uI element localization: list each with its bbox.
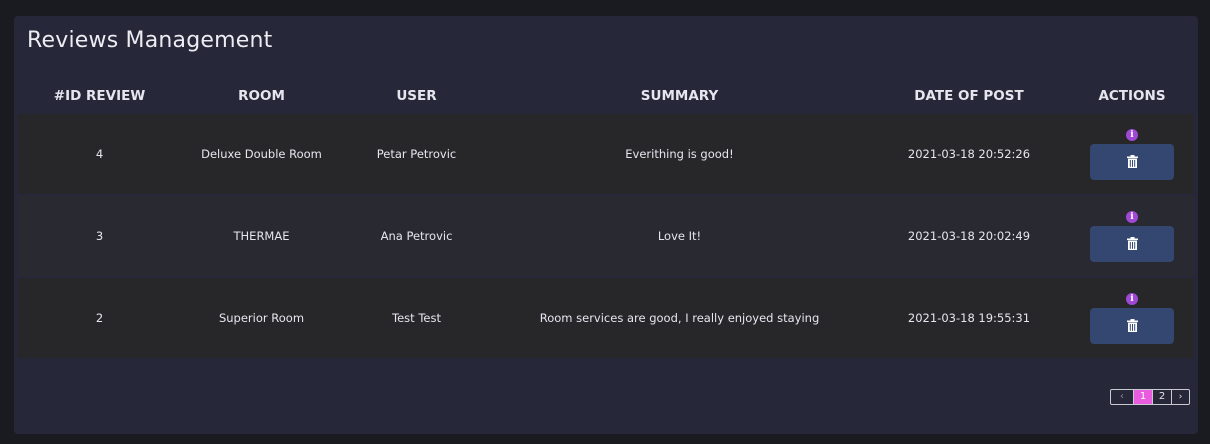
info-icon[interactable]: i (1126, 128, 1138, 141)
pagination-page-2[interactable]: 2 (1152, 390, 1171, 404)
pagination-page-1[interactable]: 1 (1133, 390, 1152, 404)
cell-id: 4 (18, 114, 181, 195)
pagination-prev-button[interactable]: ‹ (1111, 390, 1133, 404)
cell-date: 2021-03-18 20:52:26 (868, 114, 1070, 195)
trash-icon (1126, 155, 1138, 168)
reviews-table: #ID REVIEW ROOM USER SUMMARY DATE OF POS… (18, 78, 1194, 358)
pagination-next-button[interactable]: › (1171, 390, 1189, 404)
info-icon[interactable]: i (1126, 210, 1138, 223)
cell-summary: Love It! (491, 194, 868, 277)
column-header-actions: ACTIONS (1098, 88, 1166, 104)
cell-user: Ana Petrovic (342, 194, 491, 277)
info-icon[interactable]: i (1126, 292, 1138, 305)
cell-id: 2 (18, 276, 181, 358)
cell-summary: Everithing is good! (491, 114, 868, 195)
cell-actions: i (1070, 194, 1194, 277)
page-title: Reviews Management (27, 28, 273, 53)
cell-actions: i (1070, 114, 1194, 195)
cell-room: THERMAE (181, 194, 342, 277)
cell-id: 3 (18, 194, 181, 277)
delete-review-button[interactable] (1090, 143, 1174, 180)
column-header-user: USER (396, 88, 437, 104)
cell-user: Petar Petrovic (342, 114, 491, 195)
pagination: ‹ 1 2 › (1110, 389, 1190, 405)
table-header-row: #ID REVIEW ROOM USER SUMMARY DATE OF POS… (18, 78, 1194, 114)
delete-review-button[interactable] (1090, 307, 1174, 344)
delete-review-button[interactable] (1090, 225, 1174, 262)
actions-group: i (1070, 128, 1194, 180)
trash-icon (1126, 237, 1138, 250)
actions-group: i (1070, 210, 1194, 262)
table-row: 3 THERMAE Ana Petrovic Love It! 2021-03-… (18, 194, 1194, 277)
actions-group: i (1070, 292, 1194, 344)
reviews-panel: Reviews Management #ID REVIEW ROOM USER … (14, 16, 1198, 434)
cell-date: 2021-03-18 20:02:49 (868, 194, 1070, 277)
column-header-id: #ID REVIEW (53, 88, 146, 104)
cell-date: 2021-03-18 19:55:31 (868, 276, 1070, 358)
table-row: 4 Deluxe Double Room Petar Petrovic Ever… (18, 114, 1194, 195)
column-header-date: DATE OF POST (914, 88, 1024, 104)
cell-room: Superior Room (181, 276, 342, 358)
table-row: 2 Superior Room Test Test Room services … (18, 276, 1194, 358)
cell-room: Deluxe Double Room (181, 114, 342, 195)
cell-actions: i (1070, 276, 1194, 358)
cell-user: Test Test (342, 276, 491, 358)
column-header-room: ROOM (238, 88, 285, 104)
trash-icon (1126, 319, 1138, 332)
column-header-summary: SUMMARY (640, 88, 719, 104)
cell-summary: Room services are good, I really enjoyed… (491, 276, 868, 358)
